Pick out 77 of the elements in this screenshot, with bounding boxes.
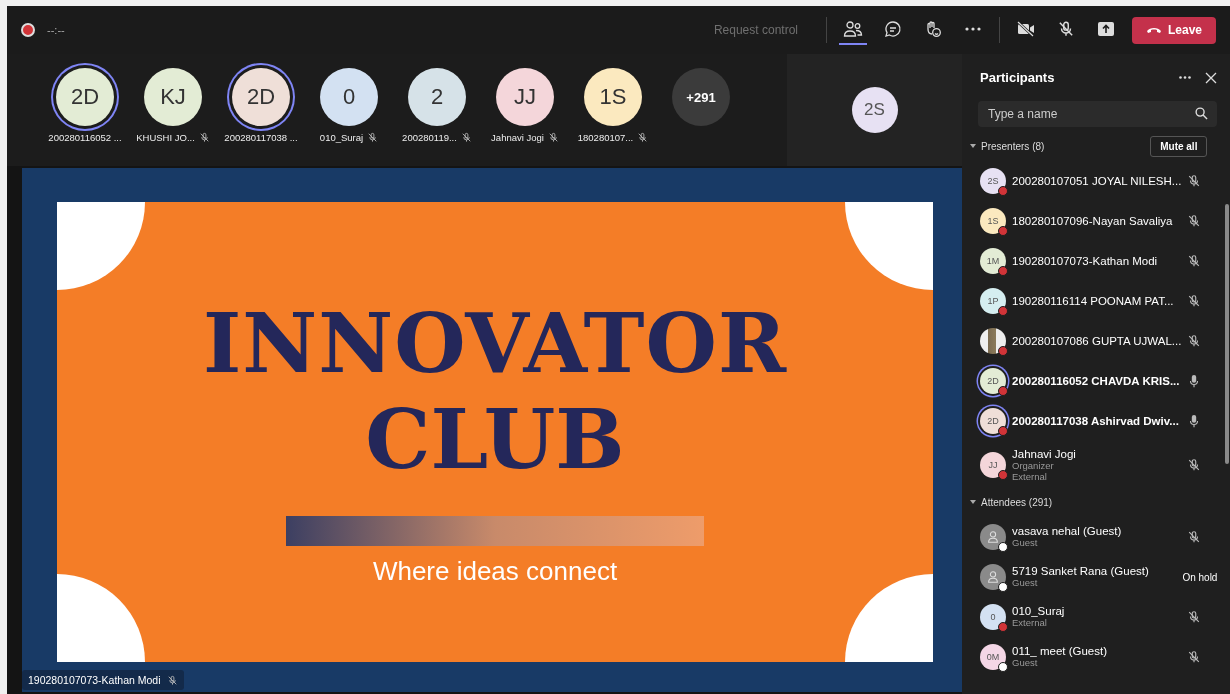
muted-mic-icon xyxy=(1187,174,1202,188)
presenter-name: 190280107073-Kathan Modi xyxy=(28,674,161,686)
muted-mic-icon xyxy=(1187,294,1202,308)
avatar: 2S xyxy=(980,168,1006,194)
avatar: 2D xyxy=(980,408,1006,434)
caret-icon[interactable] xyxy=(970,500,976,504)
muted-mic-icon xyxy=(460,132,472,143)
meeting-timer: --:-- xyxy=(47,24,65,36)
participant-name: 200280119... xyxy=(402,132,457,143)
participant-role: Guest xyxy=(1012,537,1039,549)
muted-mic-icon xyxy=(1187,650,1202,664)
participant-role: Organizer xyxy=(1012,459,1055,471)
participant-name[interactable]: 5719 Sanket Rana (Guest) xyxy=(1012,565,1177,578)
muted-mic-icon xyxy=(1187,530,1202,544)
participant-avatar[interactable]: 0 xyxy=(320,68,378,126)
participant-role: Guest xyxy=(1012,577,1039,589)
close-icon[interactable] xyxy=(1205,71,1218,84)
more-participants-button[interactable]: +291 xyxy=(672,68,730,126)
participant-name: 180280107... xyxy=(577,132,634,143)
participant-name: 200280117038 ... xyxy=(224,132,298,143)
participant-role: Guest xyxy=(1012,657,1039,669)
muted-mic-icon xyxy=(1187,610,1202,624)
participant-avatar[interactable]: KJ xyxy=(144,68,202,126)
participant-name[interactable]: 200280117038 Ashirvad Dwiv... xyxy=(1012,415,1182,427)
participant-role: External xyxy=(1012,471,1048,483)
participant-name: KHUSHI JO... xyxy=(136,132,195,143)
mute-all-button[interactable]: Mute all xyxy=(1150,135,1208,157)
request-control-button[interactable]: Request control xyxy=(707,22,804,38)
muted-mic-icon xyxy=(1187,254,1202,268)
avatar: 1P xyxy=(980,288,1006,314)
participant-avatar[interactable]: 2 xyxy=(408,68,466,126)
participant-name[interactable]: 190280107073-Kathan Modi xyxy=(1012,255,1182,267)
group-label[interactable]: Attendees (291) xyxy=(981,496,1208,508)
muted-mic-icon xyxy=(166,674,178,686)
more-icon[interactable] xyxy=(1179,76,1192,79)
participant-avatar[interactable]: 1S xyxy=(584,68,642,126)
search-field[interactable]: Type a name xyxy=(978,101,1218,127)
leave-button[interactable]: Leave xyxy=(1131,16,1216,44)
participant-name: 010_Suraj xyxy=(319,132,364,143)
avatar: 1S xyxy=(980,208,1006,234)
avatar: 1M xyxy=(980,248,1006,274)
on-hold-label: On hold xyxy=(1182,571,1218,583)
muted-mic-icon xyxy=(367,132,379,143)
slide-tagline: Where ideas connect xyxy=(372,556,618,587)
panel-title: Participants xyxy=(980,70,1056,85)
person-icon xyxy=(986,530,1000,544)
muted-mic-icon xyxy=(1187,214,1202,228)
slide-title: INNOVATOR xyxy=(202,302,788,384)
phone-icon xyxy=(1145,26,1162,34)
participant-name[interactable]: 190280116114 POONAM PAT... xyxy=(1012,295,1182,307)
participant-name[interactable]: Jahnavi Jogi xyxy=(1012,447,1182,460)
participant-name[interactable]: 180280107096-Nayan Savaliya xyxy=(1012,215,1182,227)
participant-name[interactable]: 200280107051 JOYAL NILESH... xyxy=(1012,175,1182,187)
participant-name[interactable]: 011_ meet (Guest) xyxy=(1012,645,1182,658)
participant-name[interactable]: 010_Suraj xyxy=(1012,605,1182,618)
participant-avatar: 2S xyxy=(851,87,898,133)
caret-icon[interactable] xyxy=(970,144,976,148)
slide-title: CLUB xyxy=(365,398,625,480)
avatar: 0 xyxy=(980,604,1006,630)
muted-mic-icon xyxy=(637,132,649,143)
avatar: 0M xyxy=(980,644,1006,670)
participant-name[interactable]: 200280116052 CHAVDA KRIS... xyxy=(1012,375,1182,387)
group-label[interactable]: Presenters (8) xyxy=(981,140,1146,152)
search-icon xyxy=(1195,107,1209,120)
muted-mic-icon xyxy=(198,132,210,143)
participant-name: Jahnavi Jogi xyxy=(491,132,544,143)
participant-name[interactable]: 200280107086 GUPTA UJWAL... xyxy=(1012,335,1182,347)
person-icon xyxy=(986,570,1000,584)
participant-name: 200280116052 ... xyxy=(48,132,122,143)
muted-mic-icon xyxy=(547,132,559,143)
muted-mic-icon xyxy=(1187,334,1202,348)
muted-mic-icon xyxy=(1187,458,1202,472)
participant-role: External xyxy=(1012,617,1048,629)
avatar: 2D xyxy=(980,368,1006,394)
participant-name[interactable]: vasava nehal (Guest) xyxy=(1012,525,1182,538)
avatar: JJ xyxy=(980,452,1006,478)
participant-avatar[interactable]: JJ xyxy=(496,68,554,126)
